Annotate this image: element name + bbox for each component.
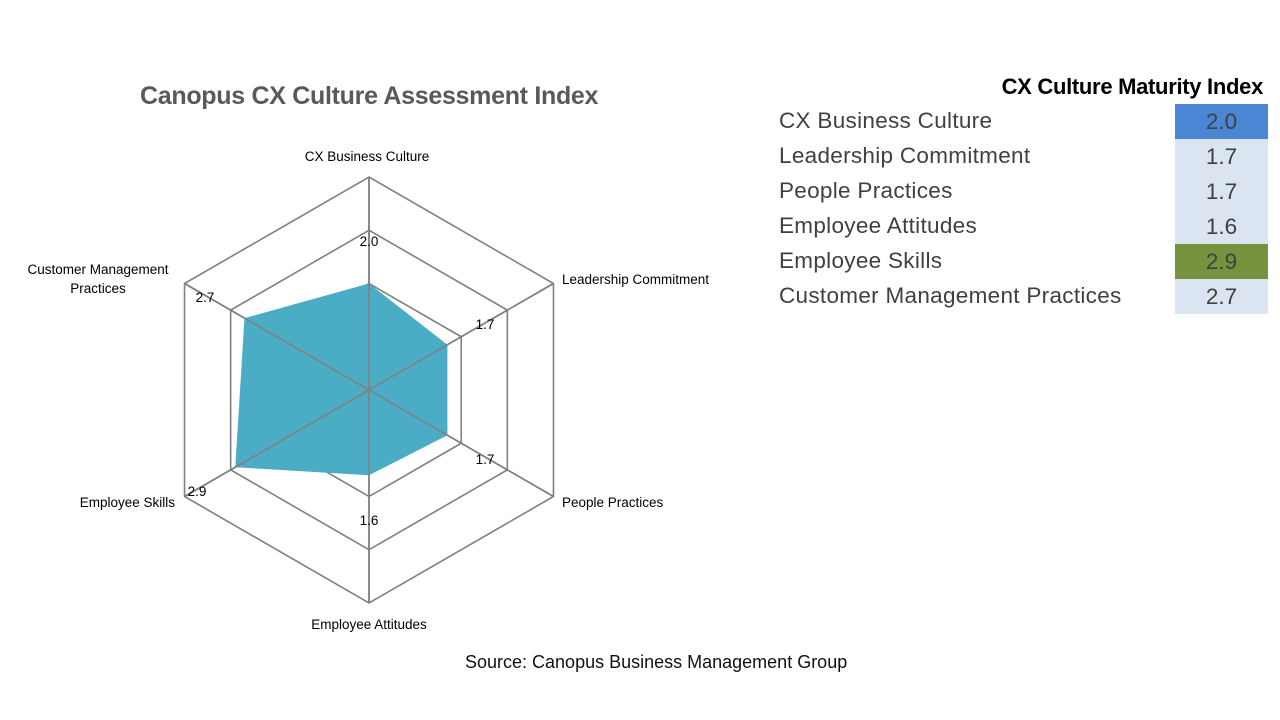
table-row: People Practices 1.7 [778,174,1268,209]
axis-label: Employee Attitudes [311,617,427,632]
axis-label-line: CX Business Culture [305,149,430,164]
axis-label-line: Employee Skills [80,495,176,510]
data-label: 1.6 [360,513,379,528]
row-value: 1.6 [1175,209,1268,244]
data-label: 1.7 [476,317,495,332]
series-area [235,283,448,476]
row-label: Customer Management Practices [779,283,1122,308]
row-label: Employee Attitudes [779,213,978,238]
table-row: Leadership Commitment 1.7 [778,139,1268,174]
axis-label-line: Customer Management [27,262,168,277]
data-label: 2.7 [196,290,215,305]
row-label: Leadership Commitment [779,143,1031,168]
row-value: 1.7 [1175,174,1268,209]
row-value: 2.9 [1175,244,1268,279]
axis-label-line: Leadership Commitment [562,272,709,287]
row-value: 2.0 [1175,104,1268,139]
data-label: 1.7 [476,452,495,467]
data-label: 2.0 [360,234,379,249]
axis-label: Customer Management Practices [27,262,168,296]
row-label: CX Business Culture [779,108,993,133]
axis-label-line: Employee Attitudes [311,617,427,632]
axis-label: Leadership Commitment [562,272,709,287]
axis-label-line: Practices [70,281,126,296]
source-note: Source: Canopus Business Management Grou… [465,652,848,672]
row-value: 1.7 [1175,139,1268,174]
table-row: Employee Skills 2.9 [778,244,1268,279]
table-title: CX Culture Maturity Index [1001,74,1264,99]
radar-chart: CX Business Culture Leadership Commitment… [27,149,709,632]
table-row: CX Business Culture 2.0 [778,104,1268,139]
axis-label: CX Business Culture [305,149,430,164]
row-label: People Practices [779,178,953,203]
table-row: Employee Attitudes 1.6 [778,209,1268,244]
row-value: 2.7 [1175,279,1268,314]
axis-label-line: People Practices [562,495,664,510]
table-row: Customer Management Practices 2.7 [778,279,1268,314]
axis-label: People Practices [562,495,664,510]
row-label: Employee Skills [779,248,943,273]
axis-label: Employee Skills [80,495,176,510]
data-label: 2.9 [188,484,207,499]
